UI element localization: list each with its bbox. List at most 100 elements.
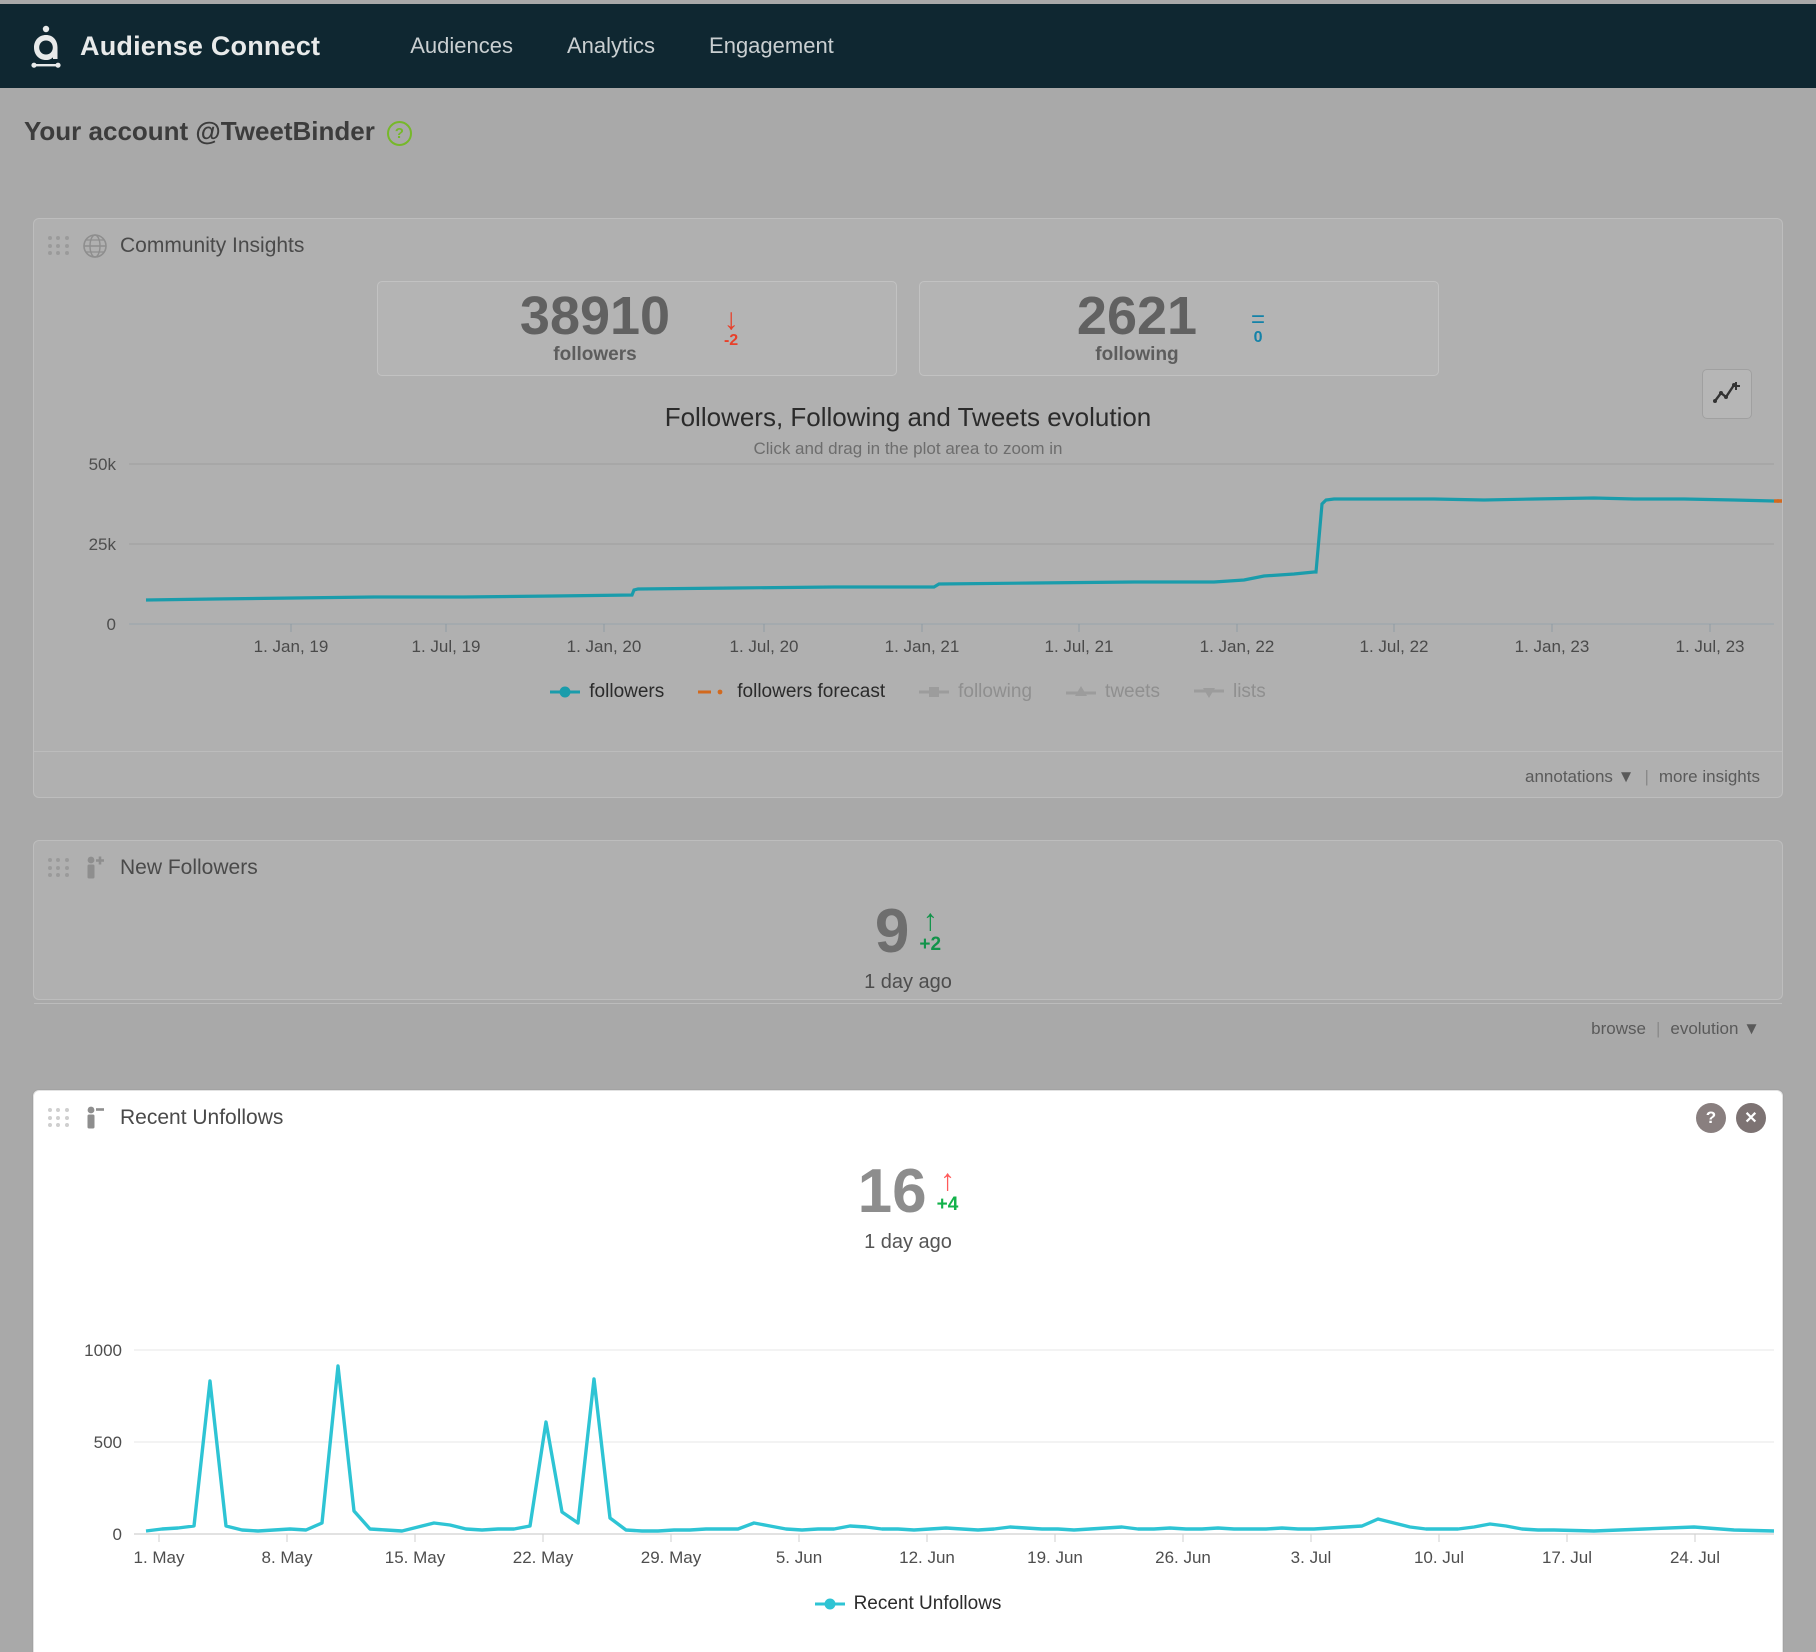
triangle-down-marker <box>1194 685 1224 699</box>
arrow-up-icon: ↑ <box>940 1170 955 1193</box>
drag-handle-icon[interactable] <box>48 236 70 256</box>
svg-text:500: 500 <box>94 1433 122 1452</box>
svg-text:8. May: 8. May <box>261 1548 313 1567</box>
community-insights-body: 38910 followers ↓ -2 2621 following = 0 <box>34 281 1782 751</box>
svg-text:1. Jul, 23: 1. Jul, 23 <box>1676 637 1745 656</box>
svg-text:50k: 50k <box>89 456 117 474</box>
annotations-link[interactable]: annotations ▼ <box>1525 767 1634 787</box>
svg-text:0: 0 <box>113 1525 122 1544</box>
svg-text:1000: 1000 <box>84 1341 122 1360</box>
svg-text:26. Jun: 26. Jun <box>1155 1548 1211 1567</box>
svg-text:19. Jun: 19. Jun <box>1027 1548 1083 1567</box>
svg-text:25k: 25k <box>89 535 117 554</box>
more-insights-link[interactable]: more insights <box>1659 767 1760 787</box>
drag-handle-icon[interactable] <box>48 1108 70 1128</box>
community-insights-header: Community Insights <box>34 219 1782 273</box>
legend-item-recent-unfollows[interactable]: Recent Unfollows <box>815 1593 1002 1615</box>
recent-unfollows-plot[interactable]: 1000 500 0 <box>34 1341 1782 1573</box>
svg-text:29. May: 29. May <box>641 1548 702 1567</box>
person-plus-icon <box>80 853 110 883</box>
svg-text:22. May: 22. May <box>513 1548 574 1567</box>
recent-unfollows-body: 16 ↑ +4 1 day ago 1000 500 0 <box>34 1145 1782 1652</box>
legend-label-followers-forecast: followers forecast <box>737 681 885 703</box>
svg-text:10. Jul: 10. Jul <box>1414 1548 1464 1567</box>
evolution-link[interactable]: evolution ▼ <box>1670 1019 1760 1039</box>
legend-item-tweets[interactable]: tweets <box>1066 681 1160 703</box>
triangle-up-marker <box>1066 685 1096 699</box>
nav-analytics[interactable]: Analytics <box>540 33 682 59</box>
new-followers-timestamp: 1 day ago <box>864 971 952 994</box>
drag-handle-icon[interactable] <box>48 858 70 878</box>
legend-label-followers: followers <box>589 681 664 703</box>
close-icon[interactable]: ✕ <box>1736 1103 1766 1133</box>
followers-delta: ↓ -2 <box>708 308 754 350</box>
account-header: Your account @TweetBinder ? <box>24 116 412 147</box>
question-mark-icon[interactable]: ? <box>387 121 412 146</box>
legend-item-following[interactable]: following <box>919 681 1032 703</box>
evolution-chart-legend: followers followers forecast following t… <box>34 681 1782 703</box>
svg-text:12. Jun: 12. Jun <box>899 1548 955 1567</box>
followers-evolution-plot[interactable]: 50k 25k 0 <box>34 456 1782 661</box>
recent-unfollows-header-actions: ? ✕ <box>1696 1103 1782 1133</box>
svg-text:0: 0 <box>107 615 116 634</box>
new-followers-header: New Followers <box>34 841 1782 895</box>
brand-name: Audiense Connect <box>80 31 320 62</box>
svg-text:1. Jul, 22: 1. Jul, 22 <box>1360 637 1429 656</box>
legend-label-tweets: tweets <box>1105 681 1160 703</box>
add-annotation-chart-icon[interactable] <box>1702 369 1752 419</box>
page-title: Your account @TweetBinder <box>24 116 375 147</box>
nav-audiences[interactable]: Audiences <box>383 33 540 59</box>
evolution-chart-title: Followers, Following and Tweets evolutio… <box>34 402 1782 433</box>
square-line-marker <box>919 685 949 699</box>
legend-item-lists[interactable]: lists <box>1194 681 1266 703</box>
legend-item-followers[interactable]: followers <box>550 681 664 703</box>
footer-separator: | <box>1656 1019 1660 1039</box>
new-followers-card: New Followers 9 ↑ +2 1 day ago browse | … <box>33 840 1783 1000</box>
audiense-a-logo-icon <box>26 23 66 69</box>
stat-boxes: 38910 followers ↓ -2 2621 following = 0 <box>34 281 1782 376</box>
following-label: following <box>1077 344 1197 366</box>
svg-text:1. Jul, 19: 1. Jul, 19 <box>412 637 481 656</box>
recent-unfollows-timestamp: 1 day ago <box>864 1231 952 1254</box>
followers-label: followers <box>520 344 670 366</box>
followers-delta-value: -2 <box>708 332 754 350</box>
svg-text:5. Jun: 5. Jun <box>776 1548 822 1567</box>
svg-text:1. Jan, 21: 1. Jan, 21 <box>885 637 960 656</box>
svg-text:17. Jul: 17. Jul <box>1542 1548 1592 1567</box>
arrow-down-icon: ↓ <box>708 308 754 332</box>
circle-line-marker <box>550 685 580 699</box>
recent-unfollows-header: Recent Unfollows ? ✕ <box>34 1091 1782 1145</box>
svg-text:1. Jul, 20: 1. Jul, 20 <box>730 637 799 656</box>
brand[interactable]: Audiense Connect <box>26 23 320 69</box>
nav-links: Audiences Analytics Engagement <box>383 33 861 59</box>
recent-unfollows-legend: Recent Unfollows <box>34 1593 1782 1615</box>
svg-text:1. Jul, 21: 1. Jul, 21 <box>1045 637 1114 656</box>
top-navigation-bar: Audiense Connect Audiences Analytics Eng… <box>0 4 1816 88</box>
footer-separator: | <box>1644 767 1648 787</box>
nav-engagement[interactable]: Engagement <box>682 33 861 59</box>
question-mark-icon[interactable]: ? <box>1696 1103 1726 1133</box>
arrow-up-icon: ↑ <box>923 910 938 933</box>
legend-item-followers-forecast[interactable]: followers forecast <box>698 681 885 703</box>
recent-unfollows-value: 16 <box>858 1164 927 1220</box>
equals-icon: = <box>1235 310 1281 329</box>
annotations-label: annotations <box>1525 767 1613 786</box>
new-followers-value: 9 <box>875 904 909 960</box>
new-followers-title: New Followers <box>120 856 258 880</box>
svg-text:1. May: 1. May <box>133 1548 185 1567</box>
chevron-down-icon: ▼ <box>1743 1019 1760 1038</box>
followers-stat-box[interactable]: 38910 followers ↓ -2 <box>377 281 897 376</box>
circle-line-marker <box>815 1597 845 1611</box>
svg-text:24. Jul: 24. Jul <box>1670 1548 1720 1567</box>
dash-dot-marker <box>698 685 728 699</box>
svg-text:1. Jan, 20: 1. Jan, 20 <box>567 637 642 656</box>
browse-link[interactable]: browse <box>1591 1019 1646 1039</box>
legend-label-lists: lists <box>1233 681 1266 703</box>
followers-count: 38910 <box>520 291 670 342</box>
following-delta: = 0 <box>1235 310 1281 347</box>
following-delta-value: 0 <box>1235 329 1281 347</box>
recent-unfollows-title: Recent Unfollows <box>120 1106 283 1130</box>
new-followers-delta: +2 <box>919 934 941 956</box>
following-stat-box[interactable]: 2621 following = 0 <box>919 281 1439 376</box>
new-followers-footer: browse | evolution ▼ <box>34 1003 1782 1053</box>
